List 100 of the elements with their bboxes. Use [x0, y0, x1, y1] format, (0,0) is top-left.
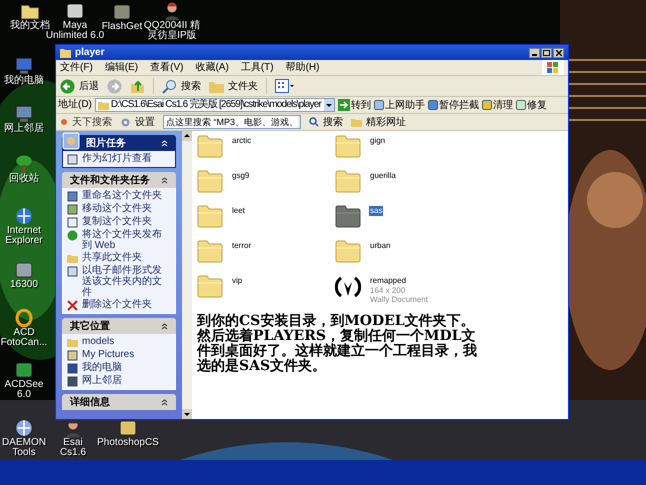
file-name[interactable]: urban [369, 241, 392, 251]
folder-icon [197, 169, 223, 193]
task-link[interactable]: 我的电脑 [82, 362, 122, 373]
dropdown-icon [324, 99, 334, 111]
task-link[interactable]: 删除这个文件夹 [82, 299, 152, 310]
search-icon [309, 117, 319, 127]
folder-icon [60, 48, 71, 58]
close-button[interactable] [553, 48, 564, 58]
emblem-icon [335, 274, 361, 300]
task-link[interactable]: 作为幻灯片查看 [82, 153, 152, 164]
folder-icon [197, 274, 223, 298]
close-icon [556, 50, 562, 56]
desktop-icon-label[interactable]: QQ2004II 精灵彷皇IP版 [141, 21, 203, 41]
toolbar-button[interactable]: 暂停拦截 [428, 98, 479, 112]
tree-icon [14, 154, 34, 174]
panel-header[interactable]: 详细信息 [62, 394, 176, 410]
file-name[interactable]: vip [231, 276, 244, 286]
menu-item[interactable]: 查看(V) [150, 62, 184, 72]
menu-item[interactable]: 文件(F) [60, 62, 93, 72]
file-name[interactable]: gign [369, 136, 386, 146]
desktop-icon-label[interactable]: Esai Cs1.6 [49, 438, 97, 458]
go-button[interactable]: 转到 [338, 98, 371, 112]
app-icon [65, 1, 85, 21]
file-name[interactable]: remapped [369, 276, 408, 286]
links-button[interactable]: 精彩网址 [351, 114, 406, 130]
panel-header[interactable]: 文件和文件夹任务 [62, 172, 176, 188]
back-button[interactable]: 后退 [60, 78, 99, 94]
address-field[interactable]: D:\CS1.6\Esai Cs1.6 完美版 [2659]\cstrike\models\player [94, 98, 335, 112]
desktop-icon-label[interactable]: Internet Explorer [0, 226, 48, 246]
file-detail: Wally Document [369, 295, 429, 304]
browser-icon [14, 206, 34, 226]
device-icon [112, 2, 132, 22]
views-icon [275, 79, 295, 93]
desktop-icon-label[interactable]: 网上邻居 [4, 124, 44, 134]
folders-button[interactable]: 文件夹 [209, 78, 258, 94]
panel-header[interactable]: 其它位置 [62, 318, 176, 334]
tool-icon [516, 100, 526, 110]
tool-icon [482, 100, 492, 110]
folder-icon [335, 239, 361, 263]
file-name[interactable]: arctic [231, 136, 252, 146]
folder-icon [197, 239, 223, 263]
maximize-button[interactable] [541, 48, 552, 58]
desktop-icon-label[interactable]: ACD FotoCan... [0, 328, 48, 348]
address-label: 地址(D) [58, 100, 92, 110]
collapse-icon [161, 398, 168, 406]
folder-icon [335, 169, 361, 193]
brand-button[interactable]: 天下搜索 [60, 114, 112, 130]
folder-icon [197, 134, 223, 158]
toolbar-button[interactable]: 上网助手 [374, 98, 425, 112]
desktop-icon-label[interactable]: FlashGet [102, 22, 142, 32]
minimize-button[interactable] [529, 48, 540, 58]
desktop-icon-label[interactable]: ACDSee 6.0 [0, 380, 48, 400]
desktop-icon-label[interactable]: 回收站 [9, 174, 39, 184]
up-folder-icon [130, 78, 145, 94]
web-search-button[interactable]: 搜索 [309, 114, 343, 130]
task-link[interactable]: 网上邻居 [82, 375, 122, 386]
task-link[interactable]: 复制这个文件夹 [82, 216, 152, 227]
web-search-field[interactable]: 点这里搜索 “MP3、电影、游戏、 [163, 115, 301, 129]
window-title: player [75, 48, 104, 58]
tool-icon [428, 100, 438, 110]
collapse-icon [161, 176, 168, 184]
search-button[interactable]: 搜索 [162, 78, 201, 94]
up-button[interactable] [130, 78, 145, 94]
file-name[interactable]: sas [369, 206, 384, 216]
settings-button[interactable]: 设置 [120, 114, 155, 130]
toolbar-button[interactable]: 修复 [516, 98, 547, 112]
folder-icon [209, 80, 224, 92]
views-button[interactable] [275, 79, 295, 93]
folder-icon [67, 337, 78, 348]
collapse-icon [161, 140, 168, 146]
minimize-icon [532, 54, 537, 56]
scrollbar[interactable] [182, 131, 192, 419]
file-name[interactable]: leet [231, 206, 246, 216]
task-link[interactable]: My Pictures [82, 349, 134, 360]
task-link[interactable]: 以电子邮件形式发送该文件夹内的文件 [82, 265, 171, 298]
desktop-icon-label[interactable]: DAEMON Tools [1, 438, 47, 458]
settings-icon [120, 116, 131, 128]
task-link[interactable]: models [82, 336, 114, 347]
task-link[interactable]: 移动这个文件夹 [82, 203, 152, 214]
menu-item[interactable]: 编辑(E) [104, 62, 138, 72]
menu-item[interactable]: 帮助(H) [286, 62, 320, 72]
folder-icon [197, 204, 223, 228]
desktop-icon-label[interactable]: 16300 [10, 280, 38, 290]
menu-item[interactable]: 收藏(A) [195, 62, 229, 72]
file-name[interactable]: gsg9 [231, 171, 250, 181]
task-link[interactable]: 共享此文件夹 [82, 252, 142, 263]
panel-header[interactable]: 图片任务 [62, 135, 176, 151]
desktop-icon-label[interactable]: 我的电脑 [4, 76, 44, 86]
task-link[interactable]: 将这个文件夹发布到 Web [82, 229, 171, 251]
desktop-icon-label[interactable]: PhotoshopCS [97, 438, 159, 448]
maximize-icon [543, 50, 550, 56]
menu-item[interactable]: 工具(T) [240, 62, 274, 72]
folder-icon [335, 134, 361, 158]
file-name[interactable]: guerilla [369, 171, 397, 181]
toolbar-button[interactable]: 清理 [482, 98, 513, 112]
folder-icon [98, 100, 109, 110]
file-name[interactable]: terror [231, 241, 252, 251]
desktop-icon-label[interactable]: 我的文档 [10, 21, 50, 31]
search-icon [162, 78, 177, 94]
task-link[interactable]: 重命名这个文件夹 [82, 190, 162, 201]
